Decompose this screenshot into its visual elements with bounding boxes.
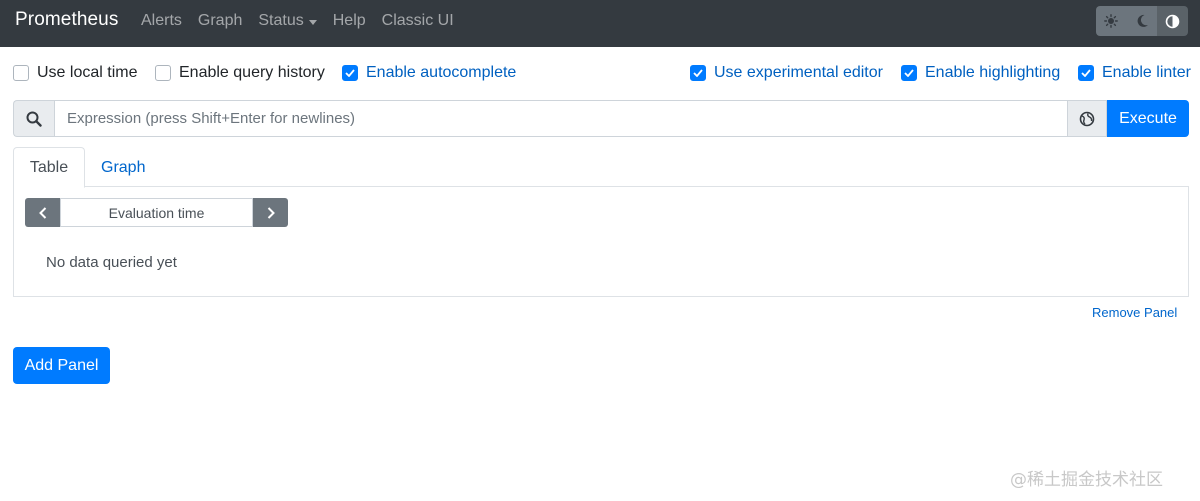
theme-auto-button[interactable]: [1157, 6, 1188, 36]
nav-link-help[interactable]: Help: [333, 12, 366, 30]
theme-light-button[interactable]: [1096, 6, 1127, 36]
check-icon: [904, 69, 914, 77]
top-navbar: Prometheus Alerts Graph Status Help Clas…: [0, 0, 1200, 47]
checkbox-use-local-time[interactable]: [13, 65, 29, 81]
metrics-explorer-button[interactable]: [1067, 100, 1107, 137]
panel-body: No data queried yet: [13, 187, 1189, 297]
evaluation-time-group: [25, 198, 288, 227]
checkbox-use-experimental-editor[interactable]: [690, 65, 706, 81]
nav-link-graph[interactable]: Graph: [198, 12, 242, 30]
nav-dropdown-status-label: Status: [258, 12, 304, 29]
expression-input[interactable]: [54, 100, 1067, 137]
evaluation-time-input[interactable]: [60, 198, 253, 227]
tab-graph[interactable]: Graph: [85, 147, 161, 188]
chevron-right-icon: [267, 206, 275, 219]
nav-links: Alerts Graph Status Help Classic UI: [141, 12, 470, 30]
nav-dropdown-status[interactable]: Status: [258, 12, 317, 30]
globe-icon: [1079, 111, 1095, 126]
option-enable-linter-label: Enable linter: [1102, 64, 1191, 81]
brand-logo-text[interactable]: Prometheus: [15, 9, 118, 31]
theme-toggle-group: [1096, 6, 1188, 36]
option-use-local-time-label: Use local time: [37, 64, 138, 81]
option-enable-query-history-label: Enable query history: [179, 64, 325, 81]
checkbox-enable-linter[interactable]: [1078, 65, 1094, 81]
check-icon: [1081, 69, 1091, 77]
execute-button[interactable]: Execute: [1107, 100, 1189, 137]
check-icon: [693, 69, 703, 77]
option-enable-linter[interactable]: Enable linter: [1078, 64, 1191, 82]
panel-tabs: Table Graph: [13, 147, 1189, 188]
nav-link-classic-ui[interactable]: Classic UI: [382, 12, 454, 30]
eval-time-next-button[interactable]: [253, 198, 288, 227]
watermark-text: @稀土掘金技术社区: [1010, 470, 1163, 490]
checkbox-enable-query-history[interactable]: [155, 65, 171, 81]
option-enable-autocomplete-label: Enable autocomplete: [366, 64, 517, 81]
check-icon: [345, 69, 355, 77]
chevron-left-icon: [38, 206, 46, 219]
option-enable-highlighting-label: Enable highlighting: [925, 64, 1061, 81]
expression-bar: Execute: [13, 100, 1189, 137]
checkbox-enable-highlighting[interactable]: [901, 65, 917, 81]
tab-table[interactable]: Table: [13, 147, 85, 188]
option-enable-autocomplete[interactable]: Enable autocomplete: [342, 64, 516, 82]
moon-icon: [1137, 14, 1148, 27]
option-enable-highlighting[interactable]: Enable highlighting: [901, 64, 1060, 82]
eval-time-prev-button[interactable]: [25, 198, 60, 227]
half-circle-icon: [1165, 14, 1180, 28]
option-use-local-time[interactable]: Use local time: [13, 64, 137, 82]
nav-link-alerts[interactable]: Alerts: [141, 12, 182, 30]
option-use-experimental-editor[interactable]: Use experimental editor: [690, 64, 883, 82]
theme-dark-button[interactable]: [1126, 6, 1158, 36]
remove-panel-link[interactable]: Remove Panel: [1092, 305, 1177, 320]
checkbox-enable-autocomplete[interactable]: [342, 65, 358, 81]
sun-icon: [1104, 14, 1119, 28]
option-use-experimental-editor-label: Use experimental editor: [714, 64, 883, 81]
option-enable-query-history[interactable]: Enable query history: [155, 64, 325, 82]
expression-search-addon: [13, 100, 54, 137]
add-panel-button[interactable]: Add Panel: [13, 347, 110, 384]
caret-down-icon: [308, 19, 317, 25]
no-data-message: No data queried yet: [46, 254, 177, 271]
search-icon: [26, 111, 42, 127]
